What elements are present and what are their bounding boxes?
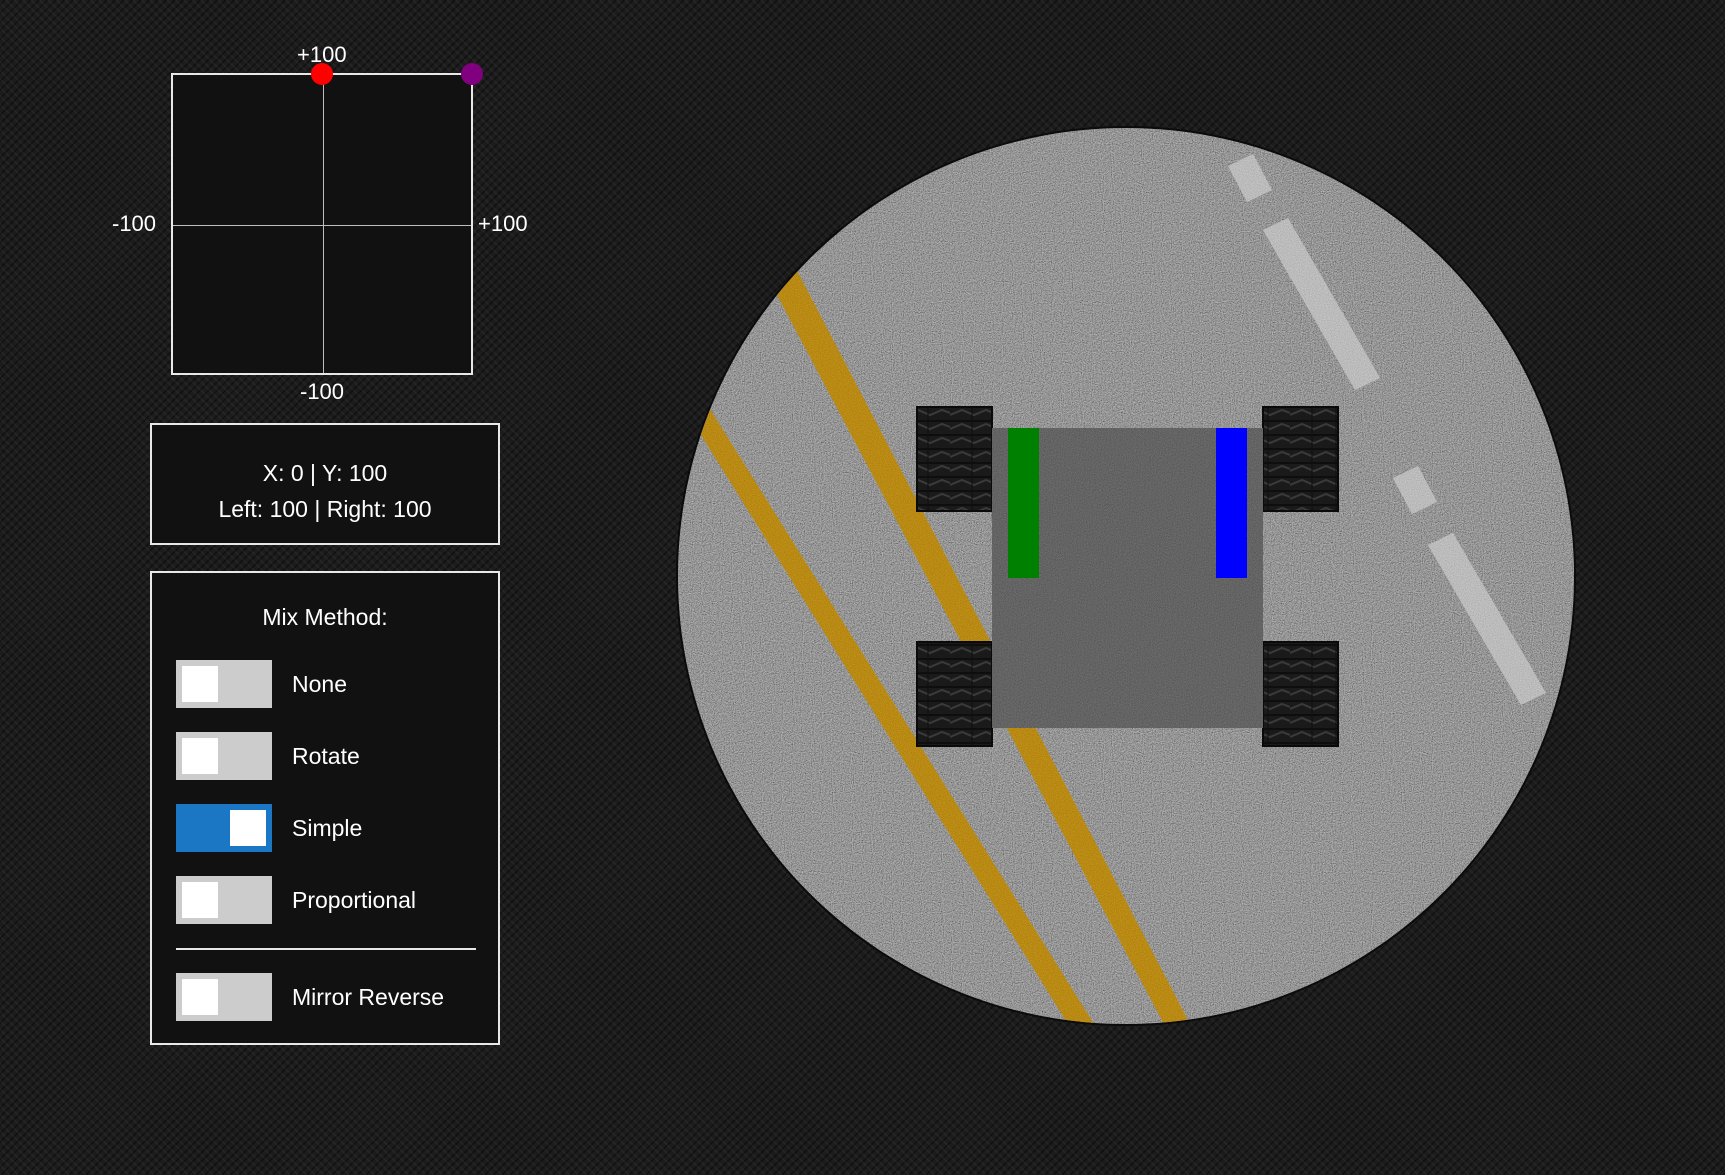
joystick-left-label: -100 xyxy=(112,211,157,236)
option-label-rotate: Rotate xyxy=(292,743,360,769)
toggle-none[interactable] xyxy=(176,660,272,708)
joystick-right-label: +100 xyxy=(478,211,528,236)
mix-divider xyxy=(176,948,476,950)
joystick-pad[interactable] xyxy=(171,73,473,375)
mix-method-title: Mix Method: xyxy=(262,604,388,630)
toggle-knob xyxy=(182,738,218,774)
toggle-proportional[interactable] xyxy=(176,876,272,924)
mirror-reverse-option: Mirror Reverse xyxy=(176,973,476,1021)
option-label-none: None xyxy=(292,671,347,697)
toggle-rotate[interactable] xyxy=(176,732,272,780)
wheel-front-right xyxy=(1262,406,1339,512)
joystick-horizontal-axis xyxy=(173,225,471,226)
mix-method-panel: Mix Method: None Rotate Simple Proportio… xyxy=(150,571,500,1045)
joystick-vertical-axis xyxy=(323,75,324,373)
readout-left-right: Left: 100 | Right: 100 xyxy=(218,496,432,522)
joystick-bottom-label: -100 xyxy=(300,379,345,404)
mix-option-simple: Simple xyxy=(176,804,476,852)
right-motor-bar xyxy=(1216,428,1247,578)
road-scene xyxy=(678,128,1574,1024)
mix-option-none: None xyxy=(176,660,476,708)
corner-marker-dot xyxy=(461,63,483,85)
road-view xyxy=(676,126,1576,1026)
readout-xy: X: 0 | Y: 100 xyxy=(262,460,388,486)
toggle-knob xyxy=(182,979,218,1015)
toggle-knob xyxy=(182,882,218,918)
wheel-front-left xyxy=(916,406,993,512)
readout-panel: X: 0 | Y: 100 Left: 100 | Right: 100 xyxy=(150,423,500,545)
toggle-knob xyxy=(230,810,266,846)
mix-option-rotate: Rotate xyxy=(176,732,476,780)
mix-option-proportional: Proportional xyxy=(176,876,476,924)
joystick-handle[interactable] xyxy=(311,63,333,85)
left-motor-bar xyxy=(1008,428,1039,578)
toggle-simple[interactable] xyxy=(176,804,272,852)
wheel-rear-left xyxy=(916,641,993,747)
option-label-proportional: Proportional xyxy=(292,887,417,913)
toggle-knob xyxy=(182,666,218,702)
wheel-rear-right xyxy=(1262,641,1339,747)
option-label-simple: Simple xyxy=(292,815,363,841)
toggle-mirror-reverse[interactable] xyxy=(176,973,272,1021)
option-label-mirror-reverse: Mirror Reverse xyxy=(292,984,445,1010)
